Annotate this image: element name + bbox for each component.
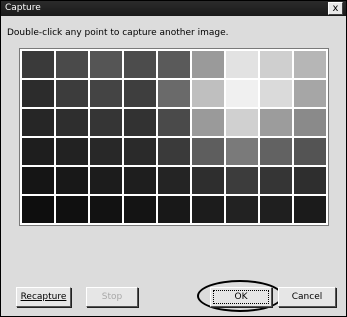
image-tile[interactable] xyxy=(90,196,122,223)
image-tile[interactable] xyxy=(294,109,326,136)
stop-button: Stop xyxy=(86,287,138,307)
image-tile[interactable] xyxy=(124,167,156,194)
image-tile[interactable] xyxy=(294,138,326,165)
image-tile[interactable] xyxy=(192,109,224,136)
image-tile[interactable] xyxy=(124,138,156,165)
image-tiles xyxy=(22,51,326,223)
image-tile[interactable] xyxy=(22,51,54,78)
image-tile[interactable] xyxy=(226,51,258,78)
image-tile[interactable] xyxy=(90,51,122,78)
close-icon: x xyxy=(332,3,339,14)
image-tile[interactable] xyxy=(90,80,122,107)
image-tile[interactable] xyxy=(124,51,156,78)
image-tile[interactable] xyxy=(56,80,88,107)
cancel-button[interactable]: Cancel xyxy=(278,287,336,307)
close-button[interactable]: x xyxy=(328,2,343,15)
image-tile[interactable] xyxy=(158,51,190,78)
image-tile[interactable] xyxy=(22,167,54,194)
image-tile[interactable] xyxy=(22,80,54,107)
image-tile[interactable] xyxy=(158,138,190,165)
capture-dialog: Capture x Double-click any point to capt… xyxy=(0,0,347,317)
image-tile[interactable] xyxy=(56,196,88,223)
image-tile[interactable] xyxy=(90,109,122,136)
image-tile[interactable] xyxy=(22,138,54,165)
image-tile[interactable] xyxy=(192,51,224,78)
title-bar[interactable]: Capture x xyxy=(1,1,346,16)
instruction-text: Double-click any point to capture anothe… xyxy=(7,28,229,38)
ok-button[interactable]: OK xyxy=(210,287,272,307)
image-tile[interactable] xyxy=(294,51,326,78)
recapture-button[interactable]: Recapture xyxy=(16,287,71,307)
image-tile[interactable] xyxy=(90,167,122,194)
window-title: Capture xyxy=(5,3,41,13)
captured-image-grid[interactable] xyxy=(19,48,329,226)
image-tile[interactable] xyxy=(260,196,292,223)
image-tile[interactable] xyxy=(124,109,156,136)
image-tile[interactable] xyxy=(56,167,88,194)
image-tile[interactable] xyxy=(158,80,190,107)
image-tile[interactable] xyxy=(158,196,190,223)
image-tile[interactable] xyxy=(226,80,258,107)
image-tile[interactable] xyxy=(158,109,190,136)
image-tile[interactable] xyxy=(260,109,292,136)
image-tile[interactable] xyxy=(260,138,292,165)
image-tile[interactable] xyxy=(226,138,258,165)
image-tile[interactable] xyxy=(124,196,156,223)
image-tile[interactable] xyxy=(158,167,190,194)
image-tile[interactable] xyxy=(260,51,292,78)
image-tile[interactable] xyxy=(124,80,156,107)
image-tile[interactable] xyxy=(22,196,54,223)
image-tile[interactable] xyxy=(294,80,326,107)
image-tile[interactable] xyxy=(192,196,224,223)
image-tile[interactable] xyxy=(192,80,224,107)
image-tile[interactable] xyxy=(90,138,122,165)
image-tile[interactable] xyxy=(294,167,326,194)
image-tile[interactable] xyxy=(192,167,224,194)
image-tile[interactable] xyxy=(226,109,258,136)
image-tile[interactable] xyxy=(260,167,292,194)
image-tile[interactable] xyxy=(260,80,292,107)
image-tile[interactable] xyxy=(294,196,326,223)
image-tile[interactable] xyxy=(56,109,88,136)
image-tile[interactable] xyxy=(226,167,258,194)
image-tile[interactable] xyxy=(56,51,88,78)
image-tile[interactable] xyxy=(192,138,224,165)
image-tile[interactable] xyxy=(22,109,54,136)
image-tile[interactable] xyxy=(56,138,88,165)
image-tile[interactable] xyxy=(226,196,258,223)
